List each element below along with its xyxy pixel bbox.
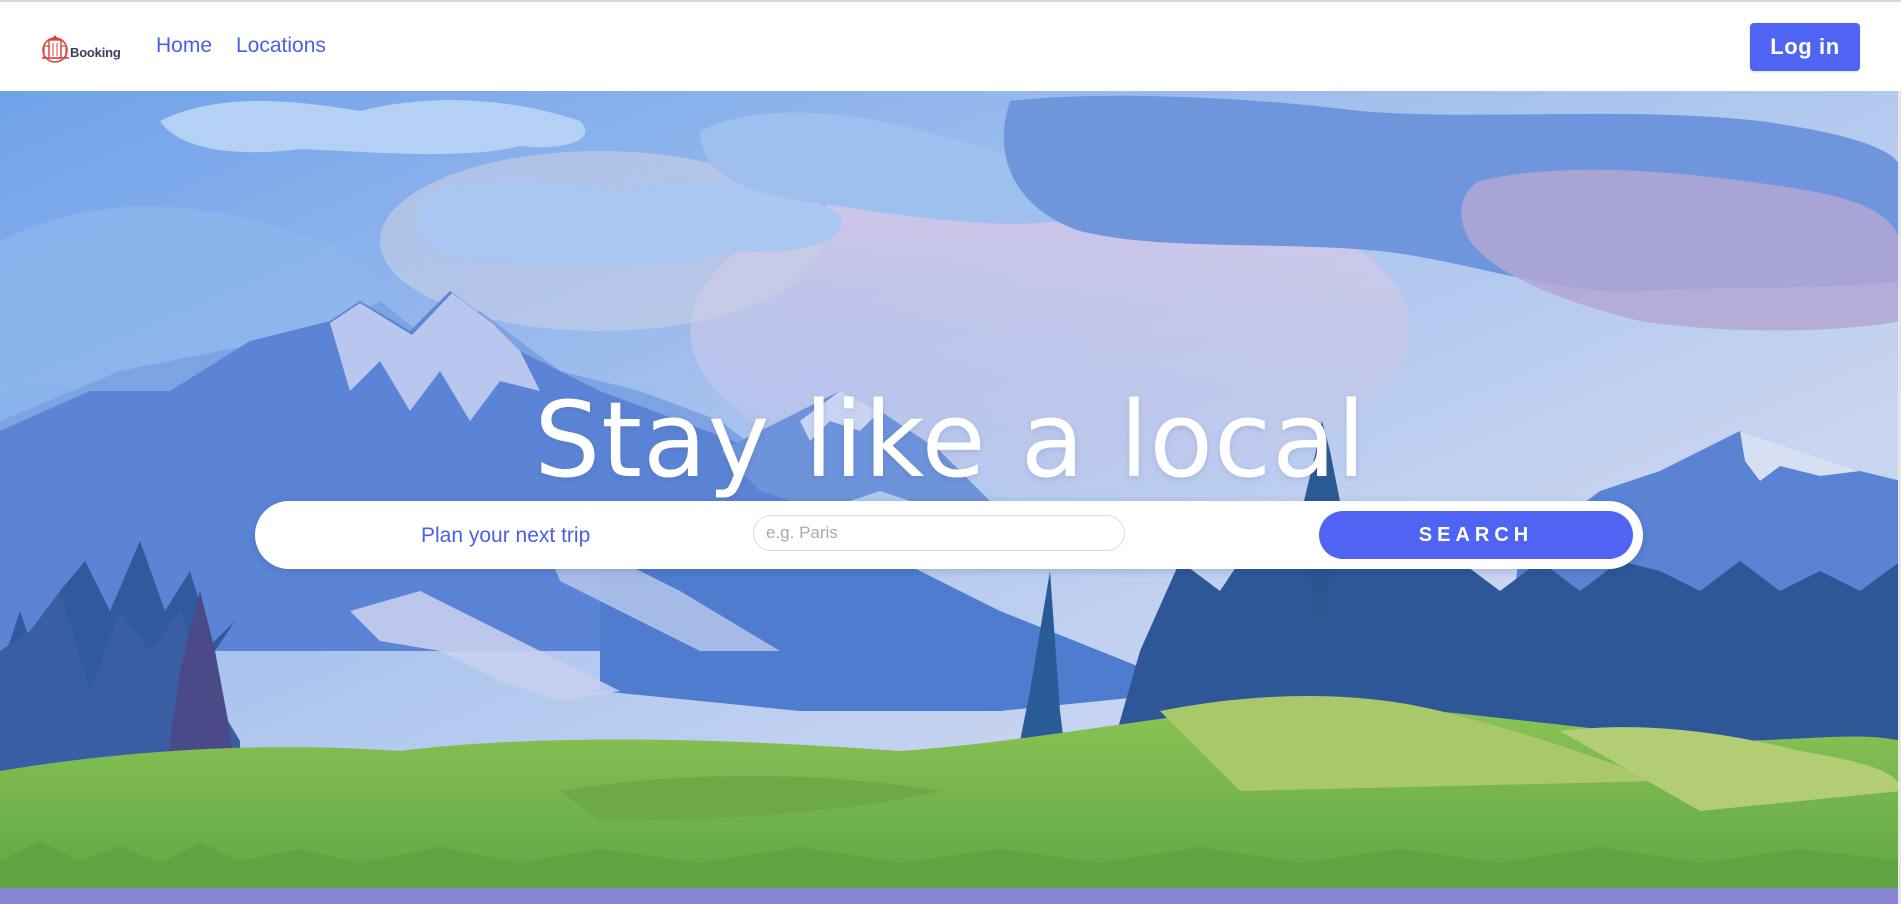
brand-logo-text: Booking <box>70 45 121 60</box>
login-button[interactable]: Log in <box>1750 23 1860 71</box>
hero-headline: Stay like a local <box>534 378 1367 501</box>
brand-logo[interactable]: Booking <box>41 31 125 65</box>
search-button[interactable]: SEARCH <box>1319 511 1633 559</box>
search-bar: Plan your next trip SEARCH <box>255 501 1643 569</box>
search-label: Plan your next trip <box>421 524 591 547</box>
nav-link-home[interactable]: Home <box>156 32 212 60</box>
nav-link-locations[interactable]: Locations <box>236 32 326 60</box>
navbar: Booking Home Locations Log in <box>0 2 1901 91</box>
destination-search-input[interactable] <box>753 515 1125 551</box>
